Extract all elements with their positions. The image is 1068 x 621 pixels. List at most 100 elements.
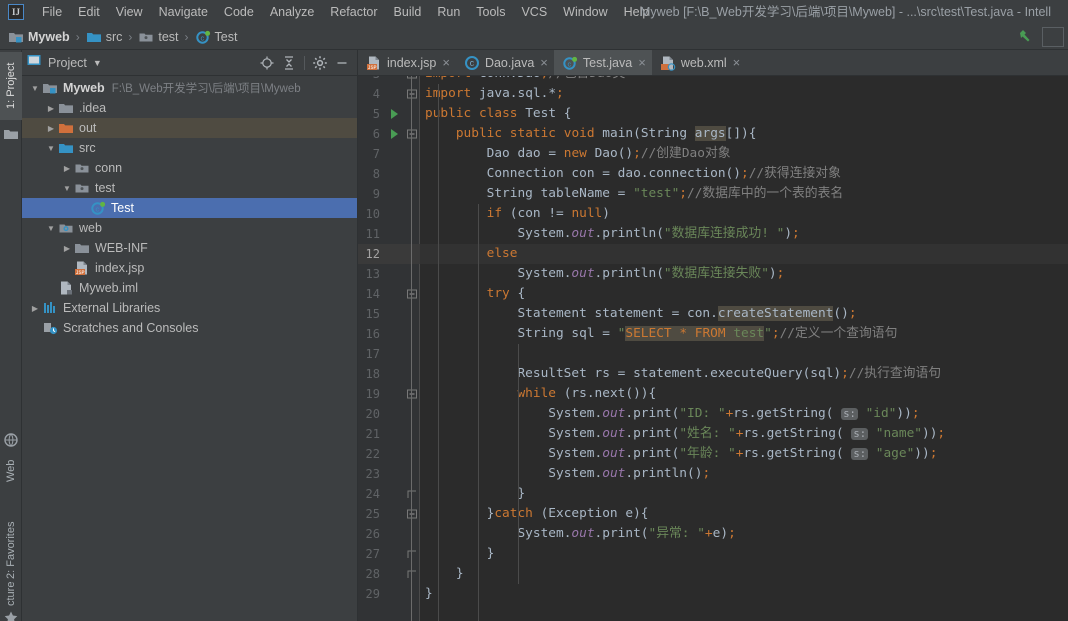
menu-item-vcs[interactable]: VCS: [513, 2, 555, 22]
editor-tab-test-java[interactable]: c Test.java ×: [553, 50, 652, 75]
folder-blue-icon: [58, 140, 74, 156]
close-icon[interactable]: ×: [540, 56, 548, 69]
tree-node-scratches-and-consoles[interactable]: Scratches and Consoles: [22, 318, 357, 338]
code-fold-collapse-icon[interactable]: [406, 124, 418, 144]
code-line: Statement statement = con.createStatemen…: [517, 306, 857, 321]
jsp-file-icon: JSP: [366, 55, 382, 71]
menu-item-tools[interactable]: Tools: [468, 2, 513, 22]
menu-item-analyze[interactable]: Analyze: [262, 2, 322, 22]
tree-node-label: test: [95, 181, 116, 195]
close-icon[interactable]: ×: [442, 56, 450, 69]
code-fold-collapse-icon[interactable]: [406, 76, 418, 84]
code-line: Connection con = dao.connection();//获得连接…: [486, 166, 841, 181]
tree-node-index-jsp[interactable]: JSP index.jsp: [22, 258, 357, 278]
chevron-down-icon[interactable]: ▼: [60, 184, 74, 193]
svg-text:JSP: JSP: [367, 65, 376, 71]
project-tree[interactable]: ▼ Myweb F:\B_Web开发学习\后端\项目\Myweb ▶ .idea ▶ out…: [22, 76, 357, 621]
run-gutter-icon[interactable]: [388, 124, 400, 144]
search-everywhere-box[interactable]: [1042, 27, 1064, 47]
chevron-right-icon[interactable]: ▶: [60, 164, 74, 173]
menu-item-refactor[interactable]: Refactor: [322, 2, 385, 22]
chevron-right-icon[interactable]: ▶: [44, 124, 58, 133]
chevron-down-icon[interactable]: ▼: [93, 58, 102, 68]
tree-node-out[interactable]: ▶ out: [22, 118, 357, 138]
breadcrumb-separator: ›: [184, 29, 189, 44]
breadcrumb-separator: ›: [128, 29, 133, 44]
breadcrumb-item-test[interactable]: c Test: [195, 29, 237, 45]
tree-node-label: Myweb.iml: [79, 281, 139, 295]
svg-text:c: c: [200, 35, 204, 43]
chevron-down-icon[interactable]: ▼: [44, 144, 58, 153]
chevron-right-icon[interactable]: ▶: [60, 244, 74, 253]
menu-item-edit[interactable]: Edit: [70, 2, 108, 22]
code-fold-collapse-icon[interactable]: [406, 384, 418, 404]
libraries-icon: [42, 300, 58, 316]
chevron-down-icon[interactable]: ▼: [28, 84, 42, 93]
chevron-right-icon[interactable]: ▶: [28, 304, 42, 313]
code-fold-collapse-icon[interactable]: [406, 84, 418, 104]
hide-panel-icon[interactable]: [331, 53, 353, 73]
tree-node-test[interactable]: ▼ test: [22, 178, 357, 198]
tool-window-button-web[interactable]: Web: [0, 448, 22, 494]
run-gutter-icon[interactable]: [388, 104, 400, 124]
tree-node-label: Scratches and Consoles: [63, 321, 199, 335]
editor-tab-index-jsp[interactable]: JSP index.jsp ×: [358, 50, 456, 75]
build-hammer-icon[interactable]: [1012, 26, 1038, 48]
menu-item-window[interactable]: Window: [555, 2, 615, 22]
locate-icon[interactable]: [256, 53, 278, 73]
collapse-all-icon[interactable]: [278, 53, 300, 73]
menu-item-navigate[interactable]: Navigate: [151, 2, 216, 22]
breadcrumb-item-test[interactable]: test: [138, 29, 179, 45]
menu-item-code[interactable]: Code: [216, 2, 262, 22]
menu-item-view[interactable]: View: [108, 2, 151, 22]
source-folder-icon: [86, 29, 102, 45]
settings-gear-icon[interactable]: [309, 53, 331, 73]
tree-node-external-libraries[interactable]: ▶ External Libraries: [22, 298, 357, 318]
main-content-row: 1: Project Web 2: Favorites cture Projec…: [0, 50, 1068, 621]
breadcrumb-item-myweb[interactable]: Myweb: [8, 29, 70, 45]
svg-text:C: C: [470, 61, 475, 69]
menu-item-run[interactable]: Run: [429, 2, 468, 22]
tree-node-src[interactable]: ▼ src: [22, 138, 357, 158]
editor-tab-dao-java[interactable]: C Dao.java ×: [456, 50, 554, 75]
breadcrumb-item-src[interactable]: src: [86, 29, 122, 45]
code-fold-end-icon[interactable]: [406, 484, 418, 504]
chevron-down-icon[interactable]: ▼: [44, 224, 58, 233]
svg-text:c: c: [95, 206, 99, 214]
code-line: import conn.Dao;//包含Dao类: [420, 76, 1068, 84]
code-fold-end-icon[interactable]: [406, 544, 418, 564]
tree-node-web-inf[interactable]: ▶ WEB-INF: [22, 238, 357, 258]
close-icon[interactable]: ×: [638, 56, 646, 69]
package-icon: [138, 29, 154, 45]
tree-node-test[interactable]: c Test: [22, 198, 357, 218]
line-number: 16: [365, 327, 380, 341]
line-number: 12: [365, 247, 380, 261]
tree-node--idea[interactable]: ▶ .idea: [22, 98, 357, 118]
tree-node-myweb-iml[interactable]: Myweb.iml: [22, 278, 357, 298]
tree-node-conn[interactable]: ▶ conn: [22, 158, 357, 178]
code-fold-collapse-icon[interactable]: [406, 504, 418, 524]
tool-window-button-project[interactable]: 1: Project: [0, 52, 22, 120]
code-fold-collapse-icon[interactable]: [406, 284, 418, 304]
toolbar-divider: [304, 55, 305, 70]
close-icon[interactable]: ×: [733, 56, 741, 69]
chevron-right-icon[interactable]: ▶: [44, 104, 58, 113]
code-line: public class Test {: [425, 106, 572, 121]
editor-tab-web-xml[interactable]: web.xml ×: [652, 50, 746, 75]
line-number: 5: [372, 107, 380, 121]
intellij-idea-window: IJ File Edit View Navigate Code Analyze Refact…: [0, 0, 1068, 621]
tool-window-button-structure[interactable]: cture: [0, 570, 22, 618]
code-editor[interactable]: import conn.Dao;//包含Dao类 import java.sql.…: [420, 76, 1068, 621]
code-fold-end-icon[interactable]: [406, 564, 418, 584]
tree-node-web[interactable]: ▼ web: [22, 218, 357, 238]
project-panel-actions: [256, 53, 353, 73]
java-class-icon: c: [90, 200, 106, 216]
menu-bar: IJ File Edit View Navigate Code Analyze Refact…: [0, 0, 1068, 24]
tree-node-myweb[interactable]: ▼ Myweb F:\B_Web开发学习\后端\项目\Myweb: [22, 78, 357, 98]
menu-item-file[interactable]: File: [34, 2, 70, 22]
menu-item-build[interactable]: Build: [386, 2, 430, 22]
navigation-bar: Myweb › src › test › c Test: [0, 24, 1068, 50]
editor-tab-bar: JSP index.jsp × C Dao.java × c Test.java × web.xm…: [358, 50, 1068, 76]
editor-gutter[interactable]: 3 4 5 6 7 8 9 10 11 12 13 14 15 16 17 18 19 20 21 22 23 24 25 2…: [358, 76, 420, 621]
tree-node-label: src: [79, 141, 96, 155]
